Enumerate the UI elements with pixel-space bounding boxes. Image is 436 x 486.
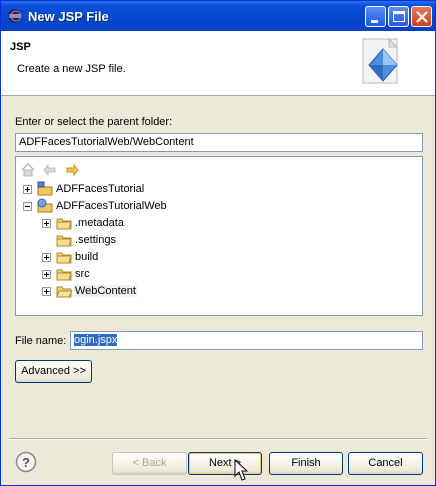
svg-text:?: ?: [22, 455, 30, 470]
minimize-button[interactable]: [365, 6, 386, 27]
folder-icon: [56, 218, 72, 230]
new-jsp-file-dialog: New JSP File JSP Create a new JSP file. …: [0, 0, 436, 486]
expand-toggle[interactable]: [23, 185, 32, 194]
page-title: JSP: [10, 41, 31, 53]
tree-item-label-selected[interactable]: WebContent: [74, 285, 137, 297]
window-title: New JSP File: [28, 9, 109, 24]
file-name-input[interactable]: ogin.jspx: [70, 331, 423, 350]
forward-arrow-icon[interactable]: [64, 162, 80, 178]
file-name-label: File name:: [15, 335, 67, 347]
folder-tree[interactable]: ADFFacesTutorial ADFFacesTutorialWeb .me…: [15, 156, 423, 316]
advanced-button[interactable]: Advanced >>: [15, 360, 92, 383]
advanced-button-label: Advanced >>: [21, 365, 86, 377]
home-icon[interactable]: [20, 162, 36, 178]
next-button[interactable]: Next >: [188, 452, 262, 475]
parent-folder-input[interactable]: ADFFacesTutorialWeb/WebContent: [15, 133, 423, 152]
wizard-header: JSP Create a new JSP file.: [1, 31, 435, 96]
tree-item-label[interactable]: .settings: [75, 234, 116, 246]
help-icon[interactable]: ?: [15, 451, 37, 473]
cancel-button-label: Cancel: [368, 457, 403, 469]
expand-toggle[interactable]: [42, 253, 51, 262]
back-button[interactable]: < Back: [112, 452, 187, 475]
finish-button-label: Finish: [291, 457, 321, 469]
maximize-icon: [393, 11, 405, 22]
expand-toggle[interactable]: [42, 287, 51, 296]
tree-item-label[interactable]: src: [75, 268, 90, 280]
collapse-toggle[interactable]: [23, 202, 32, 211]
expand-toggle[interactable]: [42, 270, 51, 279]
close-icon: [416, 11, 428, 23]
parent-folder-value: ADFFacesTutorialWeb/WebContent: [19, 136, 194, 148]
file-name-value: ogin.jspx: [74, 334, 118, 346]
cancel-button[interactable]: Cancel: [348, 452, 423, 475]
page-description: Create a new JSP file.: [17, 63, 126, 75]
tree-item-label[interactable]: .metadata: [75, 217, 124, 229]
tree-item-label[interactable]: ADFFacesTutorial: [56, 183, 144, 195]
web-project-icon: [37, 198, 53, 213]
tree-item-label[interactable]: ADFFacesTutorialWeb: [56, 200, 167, 212]
project-icon: [37, 181, 53, 196]
separator: [9, 438, 427, 440]
eclipse-icon: [8, 9, 22, 23]
parent-folder-label: Enter or select the parent folder:: [15, 116, 173, 128]
folder-icon: [56, 235, 72, 247]
folder-icon: [56, 252, 72, 264]
maximize-button[interactable]: [388, 6, 409, 27]
folder-icon: [56, 269, 72, 281]
jsp-wizard-banner-icon: [362, 37, 399, 84]
mouse-cursor-icon: [234, 459, 249, 481]
title-bar[interactable]: New JSP File: [1, 1, 435, 31]
open-folder-icon: [56, 286, 72, 298]
close-button[interactable]: [411, 6, 432, 27]
back-button-label: < Back: [132, 457, 167, 469]
tree-item-label[interactable]: build: [75, 251, 98, 263]
finish-button[interactable]: Finish: [269, 452, 343, 475]
expand-toggle[interactable]: [42, 219, 51, 228]
back-arrow-icon[interactable]: [42, 162, 58, 178]
minimize-icon: [371, 20, 378, 23]
